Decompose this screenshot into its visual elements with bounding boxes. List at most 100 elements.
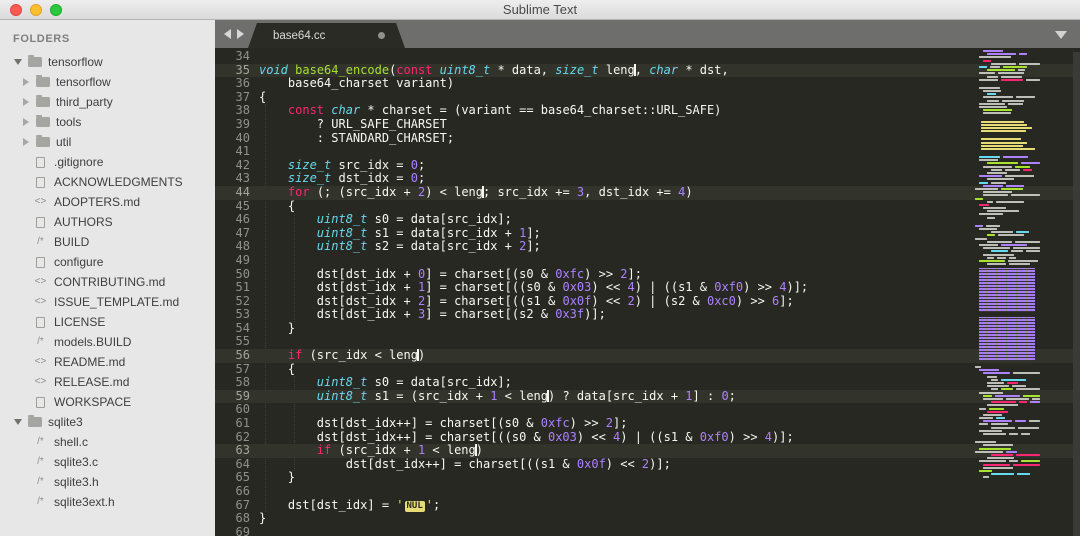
code-line-36[interactable]: 36 base64_charset variant) <box>215 76 1080 91</box>
line-number[interactable]: 47 <box>215 226 259 241</box>
line-number[interactable]: 50 <box>215 267 259 282</box>
line-number[interactable]: 39 <box>215 117 259 132</box>
code-line-39[interactable]: 39 ? URL_SAFE_CHARSET <box>215 117 1080 132</box>
line-number[interactable]: 62 <box>215 430 259 445</box>
code-line-59[interactable]: 59 uint8_t s1 = (src_idx + 1 < leng) ? d… <box>215 389 1080 404</box>
disclosure-expanded-icon[interactable] <box>13 419 22 425</box>
line-number[interactable]: 54 <box>215 321 259 336</box>
tree-item-contributing-md[interactable]: <> CONTRIBUTING.md <box>0 272 215 292</box>
line-number[interactable]: 42 <box>215 158 259 173</box>
line-number[interactable]: 66 <box>215 484 259 499</box>
tree-item-sqlite3-h[interactable]: /* sqlite3.h <box>0 472 215 492</box>
line-number[interactable]: 61 <box>215 416 259 431</box>
line-number[interactable]: 51 <box>215 280 259 295</box>
fullscreen-button-icon[interactable] <box>50 4 62 16</box>
tab-base64-cc[interactable]: base64.cc <box>248 23 405 48</box>
code-line-51[interactable]: 51 dst[dst_idx + 1] = charset[((s0 & 0x0… <box>215 280 1080 295</box>
tree-item-tensorflow[interactable]: tensorflow <box>0 72 215 92</box>
prev-tab-icon[interactable] <box>224 29 231 39</box>
tree-item-release-md[interactable]: <> RELEASE.md <box>0 372 215 392</box>
tree-item-readme-md[interactable]: <> README.md <box>0 352 215 372</box>
code-line-40[interactable]: 40 : STANDARD_CHARSET; <box>215 131 1080 146</box>
code-line-48[interactable]: 48 uint8_t s2 = data[src_idx + 2]; <box>215 240 1080 254</box>
line-number[interactable]: 55 <box>215 335 259 349</box>
code-line-57[interactable]: 57 { <box>215 362 1080 377</box>
line-number[interactable]: 68 <box>215 512 259 526</box>
code-line-65[interactable]: 65 } <box>215 471 1080 485</box>
line-number[interactable]: 52 <box>215 294 259 309</box>
line-number[interactable]: 40 <box>215 131 259 146</box>
line-number[interactable]: 49 <box>215 253 259 268</box>
tree-item-authors[interactable]: AUTHORS <box>0 212 215 232</box>
tree-item-models-build[interactable]: /* models.BUILD <box>0 332 215 352</box>
disclosure-collapsed-icon[interactable] <box>22 118 29 126</box>
code-line-56[interactable]: 56 if (src_idx < leng) <box>215 348 1080 363</box>
tree-item-tensorflow[interactable]: tensorflow <box>0 52 215 72</box>
code-line-55[interactable]: 55 <box>215 335 1080 349</box>
line-number[interactable]: 46 <box>215 213 259 227</box>
code-line-41[interactable]: 41 <box>215 145 1080 159</box>
tree-item-configure[interactable]: configure <box>0 252 215 272</box>
code-line-46[interactable]: 46 uint8_t s0 = data[src_idx]; <box>215 212 1080 227</box>
code-line-43[interactable]: 43 size_t dst_idx = 0; <box>215 172 1080 186</box>
line-number[interactable]: 69 <box>215 525 259 536</box>
close-button-icon[interactable] <box>10 4 22 16</box>
code-line-44[interactable]: 44 for (; (src_idx + 2) < leng; src_idx … <box>215 185 1080 200</box>
line-number[interactable]: 48 <box>215 240 259 254</box>
code-line-53[interactable]: 53 dst[dst_idx + 3] = charset[(s2 & 0x3f… <box>215 307 1080 322</box>
code-line-42[interactable]: 42 size_t src_idx = 0; <box>215 158 1080 173</box>
line-number[interactable]: 34 <box>215 49 259 64</box>
line-number[interactable]: 57 <box>215 362 259 377</box>
code-area[interactable]: 34 35 void base64_encode(const uint8_t * d… <box>215 48 1080 536</box>
code-line-68[interactable]: 68} <box>215 511 1080 526</box>
line-number[interactable]: 56 <box>215 348 259 363</box>
code-line-63[interactable]: 63 if (src_idx + 1 < leng) <box>215 443 1080 458</box>
disclosure-collapsed-icon[interactable] <box>22 78 29 86</box>
code-line-67[interactable]: 67 dst[dst_idx] = ' NUL '; <box>215 498 1080 513</box>
tree-item-acknowledgments[interactable]: ACKNOWLEDGMENTS <box>0 172 215 192</box>
line-number[interactable]: 38 <box>215 104 259 118</box>
disclosure-collapsed-icon[interactable] <box>22 138 29 146</box>
tree-item-tools[interactable]: tools <box>0 112 215 132</box>
line-number[interactable]: 36 <box>215 77 259 91</box>
code-line-64[interactable]: 64 dst[dst_idx++] = charset[((s1 & 0x0f)… <box>215 457 1080 472</box>
tree-item-build[interactable]: /* BUILD <box>0 232 215 252</box>
code-line-61[interactable]: 61 dst[dst_idx++] = charset[(s0 & 0xfc) … <box>215 416 1080 431</box>
tree-item-issue-template-md[interactable]: <> ISSUE_TEMPLATE.md <box>0 292 215 312</box>
code-line-69[interactable]: 69 <box>215 525 1080 536</box>
code-line-35[interactable]: 35 void base64_encode(const uint8_t * dat… <box>215 63 1080 78</box>
tree-item-util[interactable]: util <box>0 132 215 152</box>
code-line-66[interactable]: 66 <box>215 484 1080 499</box>
line-number[interactable]: 59 <box>215 389 259 404</box>
line-number[interactable]: 53 <box>215 308 259 322</box>
tab-overflow-menu-icon[interactable] <box>1055 31 1067 39</box>
line-number[interactable]: 58 <box>215 376 259 390</box>
next-tab-icon[interactable] <box>237 29 244 39</box>
tree-item--gitignore[interactable]: .gitignore <box>0 152 215 172</box>
tree-item-third-party[interactable]: third_party <box>0 92 215 112</box>
line-number[interactable]: 44 <box>215 185 259 200</box>
line-number[interactable]: 65 <box>215 471 259 485</box>
tree-item-license[interactable]: LICENSE <box>0 312 215 332</box>
minimize-button-icon[interactable] <box>30 4 42 16</box>
minimap[interactable] <box>973 50 1041 536</box>
code-line-50[interactable]: 50 dst[dst_idx + 0] = charset[(s0 & 0xfc… <box>215 267 1080 282</box>
line-number[interactable]: 45 <box>215 199 259 214</box>
code-line-52[interactable]: 52 dst[dst_idx + 2] = charset[((s1 & 0x0… <box>215 294 1080 309</box>
code-line-58[interactable]: 58 uint8_t s0 = data[src_idx]; <box>215 375 1080 390</box>
disclosure-expanded-icon[interactable] <box>13 59 22 65</box>
code-line-60[interactable]: 60 <box>215 403 1080 417</box>
line-number[interactable]: 37 <box>215 90 259 105</box>
code-line-45[interactable]: 45 { <box>215 199 1080 214</box>
tree-item-shell-c[interactable]: /* shell.c <box>0 432 215 452</box>
disclosure-collapsed-icon[interactable] <box>22 98 29 106</box>
line-number[interactable]: 35 <box>215 63 259 78</box>
line-number[interactable]: 43 <box>215 172 259 186</box>
tree-item-adopters-md[interactable]: <> ADOPTERS.md <box>0 192 215 212</box>
code-line-34[interactable]: 34 <box>215 49 1080 64</box>
scrollbar[interactable] <box>1073 52 1080 536</box>
code-line-47[interactable]: 47 uint8_t s1 = data[src_idx + 1]; <box>215 226 1080 241</box>
line-number[interactable]: 64 <box>215 457 259 472</box>
code-line-49[interactable]: 49 <box>215 253 1080 268</box>
line-number[interactable]: 60 <box>215 403 259 417</box>
